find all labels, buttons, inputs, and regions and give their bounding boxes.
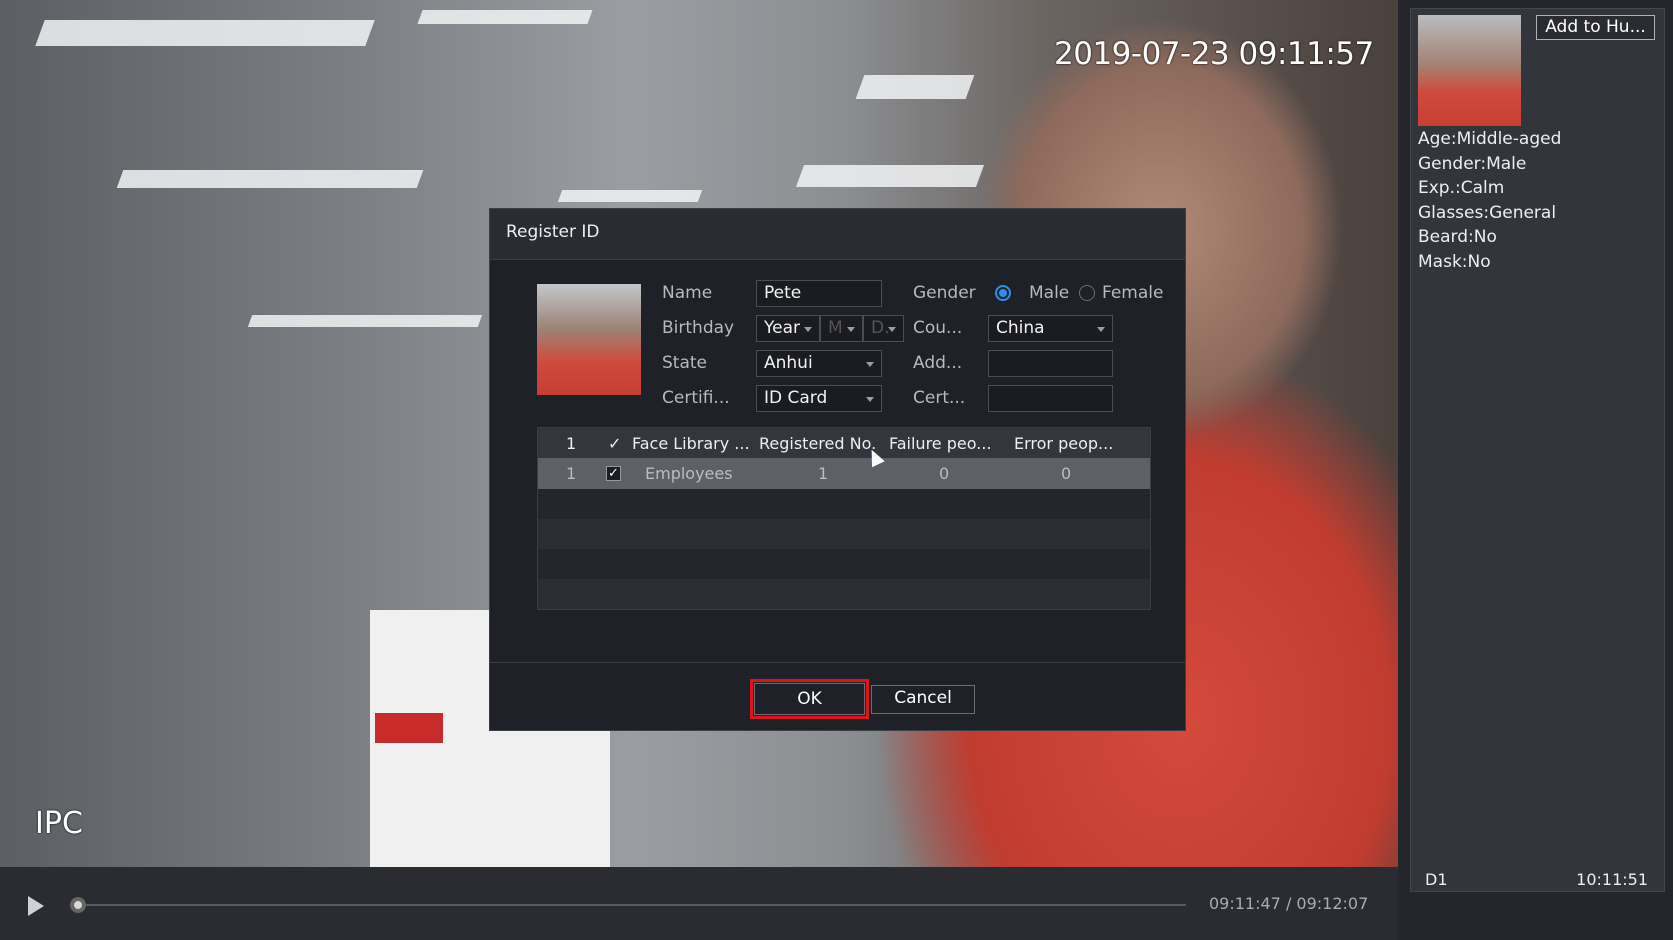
channel-label: IPC [35,806,83,841]
playback-time: 09:11:47 / 09:12:07 [1209,894,1369,913]
country-label: Cou... [913,318,963,338]
gender-label: Gender [913,283,976,303]
progress-track[interactable] [78,904,1186,906]
attr-beard: Beard:No [1418,227,1497,247]
cancel-button[interactable]: Cancel [871,685,975,714]
button-divider [490,662,1185,663]
row-failure: 0 [939,464,950,483]
cert-type-select[interactable]: ID Card [756,385,882,412]
header-face-library[interactable]: Face Library ... [632,434,750,453]
gender-male-radio[interactable] [995,285,1011,301]
state-select[interactable]: Anhui [756,350,882,377]
birth-day-select[interactable]: D. [863,315,904,342]
address-label: Add... [913,353,963,373]
birthday-label: Birthday [662,318,735,338]
add-to-library-button[interactable]: Add to Hu... [1536,15,1655,40]
cert-type-label: Certifi... [662,388,730,408]
header-failure[interactable]: Failure peo... [889,434,992,453]
gender-female-radio[interactable] [1079,285,1095,301]
cert-no-input[interactable] [988,385,1113,412]
attr-gender: Gender:Male [1418,154,1527,174]
brand-sticker [375,713,443,743]
face-photo [537,284,641,395]
birth-month-select[interactable]: M [820,315,863,342]
progress-handle[interactable] [70,897,86,913]
dialog-title: Register ID [490,209,1185,260]
row-error: 0 [1061,464,1072,483]
play-icon[interactable] [28,896,44,916]
row-library: Employees [645,464,733,483]
video-timestamp: 2019-07-23 09:11:57 [1054,36,1374,72]
row-checkbox[interactable]: ✓ [606,466,621,481]
birth-year-select[interactable]: Year [756,315,820,342]
face-snapshot [1418,15,1521,126]
header-count: 1 [566,434,577,453]
snapshot-time: 10:11:51 [1576,870,1648,889]
male-label: Male [1029,283,1070,303]
face-library-table: 1 ✓ Face Library ... Registered No. Fail… [537,427,1151,610]
ok-button[interactable]: OK [754,683,865,715]
country-select[interactable]: China [988,315,1113,342]
attr-expression: Exp.:Calm [1418,178,1505,198]
header-registered-no[interactable]: Registered No. [759,434,876,453]
name-label: Name [662,283,713,303]
select-all-checkbox[interactable]: ✓ [608,434,621,453]
row-registered: 1 [818,464,829,483]
attr-age: Age:Middle-aged [1418,129,1562,149]
table-header: 1 ✓ Face Library ... Registered No. Fail… [538,428,1150,458]
table-row[interactable]: 1 ✓ Employees 1 0 0 [538,458,1150,489]
header-error[interactable]: Error peop... [1014,434,1113,453]
attr-glasses: Glasses:General [1418,203,1557,223]
name-input[interactable]: Pete [756,280,882,307]
channel-id: D1 [1425,870,1448,889]
address-input[interactable] [988,350,1113,377]
register-id-dialog: Register ID Name Pete Gender Male Female… [489,208,1186,731]
female-label: Female [1102,283,1164,303]
cert-no-label: Cert... [913,388,966,408]
state-label: State [662,353,707,373]
attr-mask: Mask:No [1418,252,1491,272]
row-index: 1 [566,464,577,483]
